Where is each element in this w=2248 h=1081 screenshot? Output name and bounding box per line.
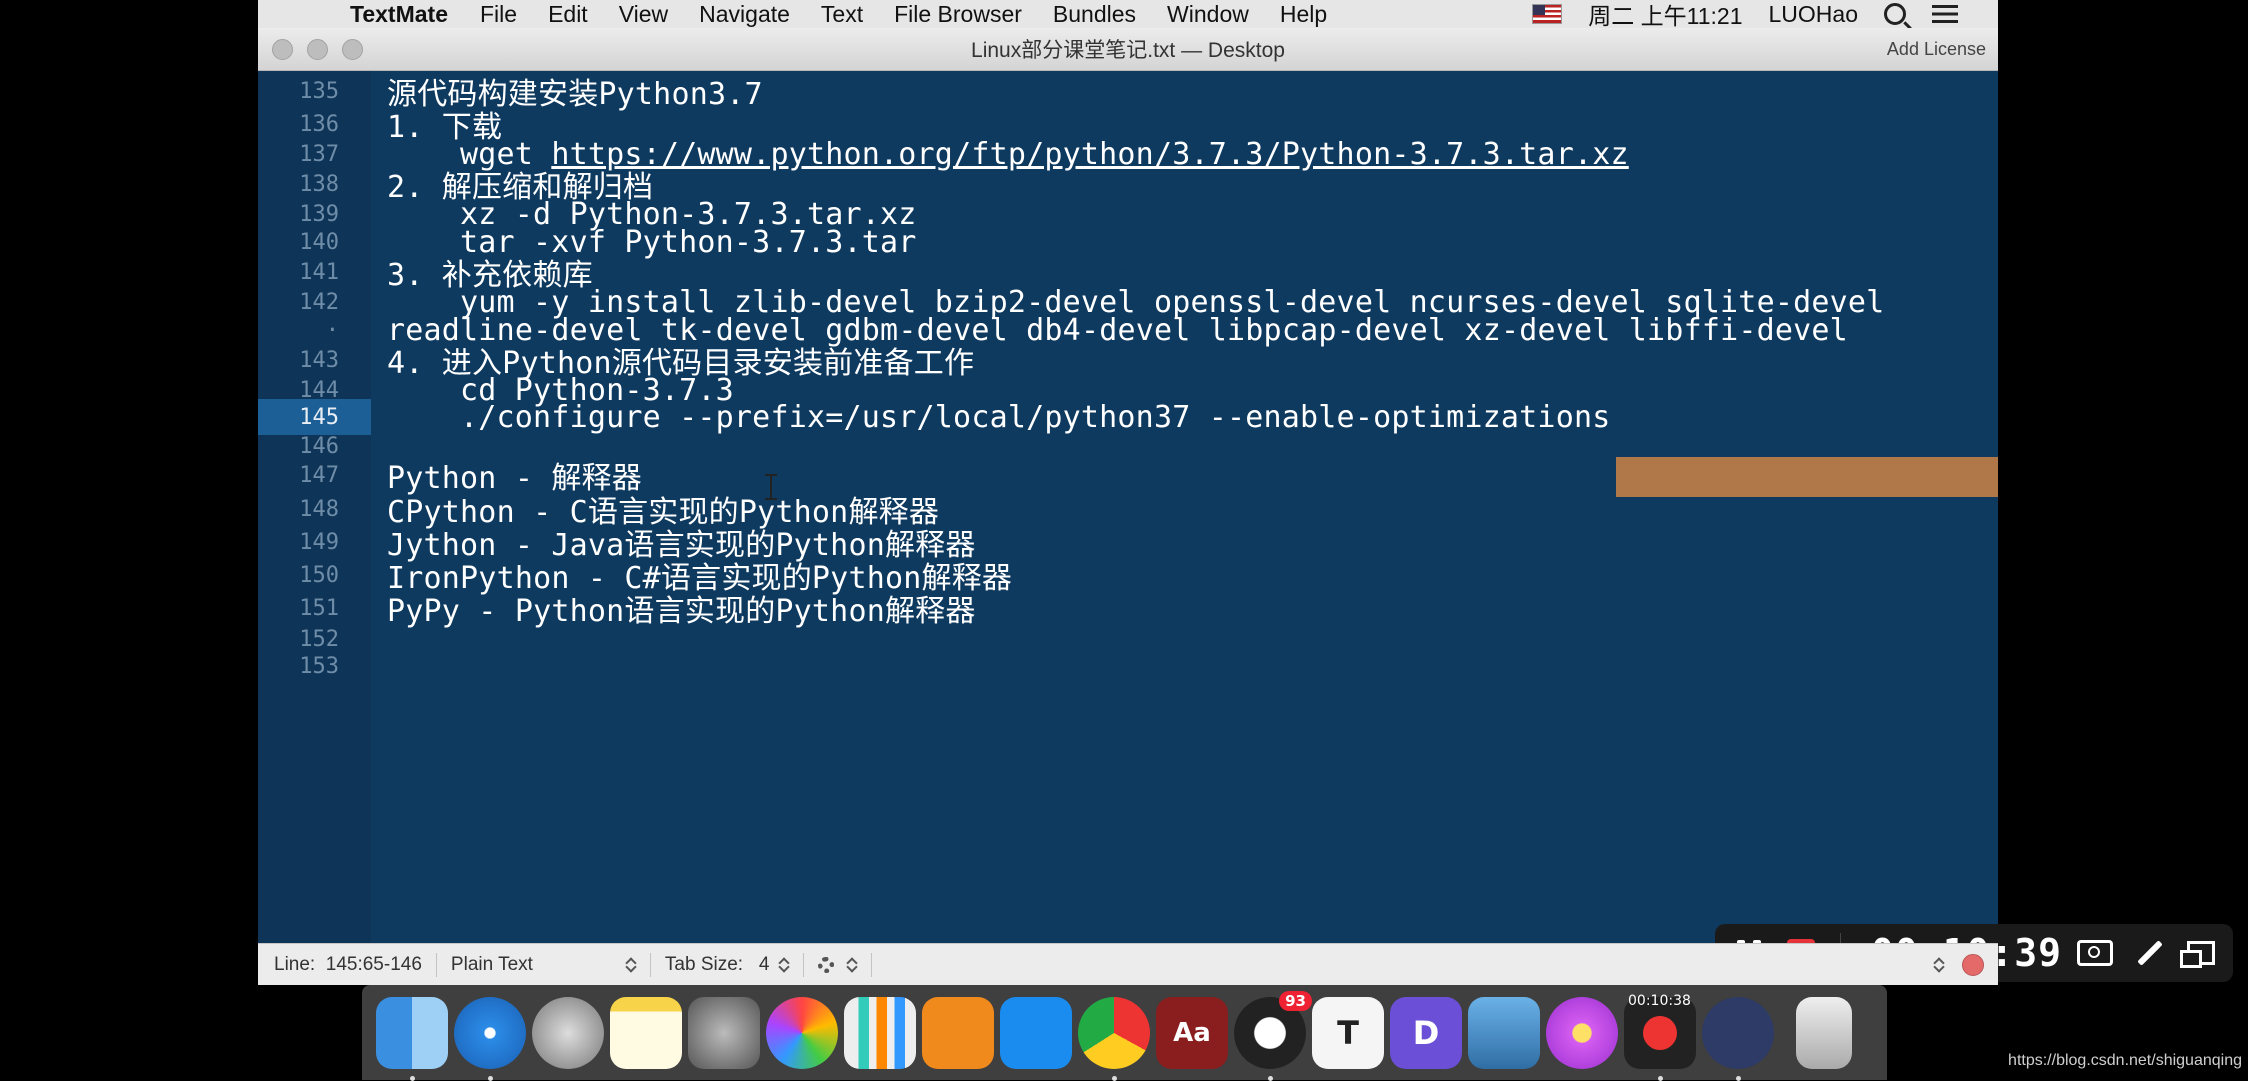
menu-extras: 周二 上午11:21 LUOHao	[1532, 0, 1958, 31]
us-flag-icon[interactable]	[1532, 4, 1563, 24]
dock: Aa 93 T D 00:10:38	[362, 985, 1887, 1081]
preview-icon[interactable]	[1468, 996, 1540, 1069]
dash-icon[interactable]: D	[1390, 996, 1462, 1069]
windows-icon[interactable]	[2180, 941, 2215, 968]
watermark: https://blog.csdn.net/shiguanqing	[2008, 1052, 2242, 1069]
flower-app-icon[interactable]	[1546, 996, 1618, 1069]
chrome-icon[interactable]	[1078, 996, 1150, 1081]
tab-size-label: Tab Size:	[664, 953, 744, 975]
camera-icon[interactable]	[2077, 940, 2113, 966]
launchpad-icon[interactable]	[532, 996, 604, 1069]
cloud-app-icon[interactable]	[1702, 996, 1774, 1081]
finder-icon[interactable]	[376, 996, 448, 1081]
safari-icon[interactable]	[454, 996, 526, 1081]
tab-size-value: 4	[758, 953, 770, 975]
status-right	[1925, 953, 1984, 976]
notification-center-icon[interactable]	[1932, 5, 1958, 23]
trash-icon[interactable]	[1796, 996, 1852, 1069]
qq-badge: 93	[1279, 990, 1312, 1011]
typora-icon[interactable]: T	[1312, 996, 1384, 1069]
numbers-icon[interactable]	[844, 996, 916, 1069]
menu-window[interactable]: Window	[1167, 1, 1249, 28]
gear-icon	[817, 956, 834, 973]
screen-recorder-icon[interactable]: 00:10:38	[1624, 993, 1696, 1081]
ibeam-cursor-icon	[764, 474, 778, 500]
add-license-button[interactable]: Add License	[1887, 39, 1986, 60]
title-bar: Linux部分课堂笔记.txt — Desktop Add License	[258, 28, 1998, 71]
status-bar: Line: 145:65-146 Plain Text Tab Size: 4	[258, 943, 1998, 985]
books-icon[interactable]	[922, 996, 994, 1069]
text-editor[interactable]: 135 源代码构建安装Python3.7 136 1. 下载 137 wget htt…	[258, 71, 1998, 943]
grammar-value: Plain Text	[450, 953, 533, 975]
line-position[interactable]: Line: 145:65-146	[258, 952, 437, 977]
editor-line[interactable]: 153	[258, 646, 1998, 686]
spotlight-search-icon[interactable]	[1884, 3, 1906, 25]
recorder-tools	[2077, 940, 2215, 968]
line-number: 153	[299, 653, 339, 679]
menu-view[interactable]: View	[619, 1, 668, 28]
chevron-down-icon	[780, 957, 789, 973]
menu-edit[interactable]: Edit	[548, 1, 588, 28]
dictionary-icon[interactable]: Aa	[1156, 996, 1228, 1069]
chevron-updown-icon	[848, 957, 857, 973]
tab-size-selector[interactable]: Tab Size: 4	[651, 952, 804, 977]
line-label: Line:	[274, 953, 316, 975]
textmate-window: Linux部分课堂笔记.txt — Desktop Add License 13…	[258, 28, 2233, 985]
menu-text[interactable]: Text	[821, 1, 863, 28]
menubar-user[interactable]: LUOHao	[1769, 1, 1858, 28]
notes-icon[interactable]	[610, 996, 682, 1069]
menu-bundles[interactable]: Bundles	[1053, 1, 1136, 28]
qq-icon[interactable]: 93	[1234, 990, 1312, 1081]
app-store-icon[interactable]	[1000, 996, 1072, 1069]
line-value: 145:65-146	[325, 953, 422, 975]
pen-icon[interactable]	[2137, 940, 2163, 966]
bundle-menu[interactable]	[804, 952, 872, 977]
photos-icon[interactable]	[766, 996, 838, 1069]
menubar-clock[interactable]: 周二 上午11:21	[1588, 0, 1742, 31]
recorder-dock-label: 00:10:38	[1628, 992, 1691, 1009]
menu-file[interactable]: File	[480, 1, 517, 28]
symbol-chooser-icon[interactable]	[1935, 957, 1944, 973]
chevron-updown-icon	[627, 957, 636, 973]
record-dot-icon	[1643, 1015, 1677, 1050]
system-preferences-icon[interactable]	[688, 996, 760, 1069]
grammar-selector[interactable]: Plain Text	[437, 952, 651, 977]
menu-app-name[interactable]: TextMate	[350, 1, 448, 28]
line-number: 147	[299, 462, 339, 488]
menu-navigate[interactable]: Navigate	[699, 1, 790, 28]
menu-help[interactable]: Help	[1280, 1, 1327, 28]
macro-record-icon[interactable]	[1962, 953, 1984, 976]
window-title: Linux部分课堂笔记.txt — Desktop	[971, 39, 1285, 62]
menu-bar: TextMate File Edit View Navigate Text Fi…	[258, 0, 1998, 31]
menu-file-browser[interactable]: File Browser	[894, 1, 1022, 28]
